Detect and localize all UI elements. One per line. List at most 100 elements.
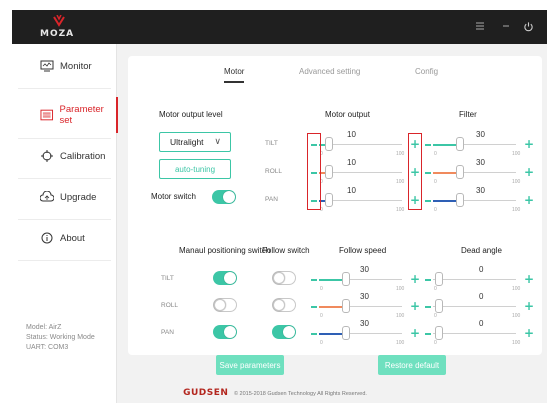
sidebar-item-parameter-set[interactable]: Parameter set — [12, 95, 118, 135]
filter-value-tilt: 30 — [476, 130, 485, 139]
decrease-icon[interactable] — [425, 306, 431, 308]
app-window: MOZA Monitor Parameter set Calibration U… — [12, 10, 547, 403]
increase-icon[interactable]: + — [524, 166, 534, 178]
slider-max: 100 — [396, 340, 405, 346]
axis-label-roll: ROLL — [265, 168, 282, 175]
motor-output-slider-pan[interactable] — [325, 193, 333, 207]
slider-track — [433, 279, 516, 280]
sidebar-item-label: About — [60, 232, 85, 244]
slider-fill-pan — [319, 333, 344, 335]
restore-default-button[interactable]: Restore default — [378, 355, 446, 375]
status-uart: UART: COM3 — [26, 344, 69, 351]
sidebar: Monitor Parameter set Calibration Upgrad… — [12, 44, 118, 403]
slider-min: 0 — [320, 313, 323, 319]
slider-max: 100 — [512, 340, 521, 346]
decrease-icon[interactable] — [311, 333, 317, 335]
filter-slider-pan[interactable] — [456, 193, 464, 207]
tab-advanced-setting[interactable]: Advanced setting — [299, 67, 360, 76]
motor-switch-toggle[interactable] — [212, 190, 236, 204]
moza-logo: MOZA — [36, 15, 86, 41]
dead-angle-value-roll: 0 — [479, 292, 484, 301]
menu-icon[interactable] — [474, 21, 486, 33]
monitor-icon — [40, 60, 54, 72]
toggle-knob — [273, 272, 285, 284]
increase-icon[interactable]: + — [524, 273, 534, 285]
dead-angle-heading: Dead angle — [461, 246, 502, 255]
motor-output-level-value: Ultralight — [170, 137, 204, 147]
motor-output-slider-roll[interactable] — [325, 165, 333, 179]
slider-min: 0 — [434, 179, 437, 185]
tab-config[interactable]: Config — [415, 67, 438, 76]
filter-heading: Filter — [459, 110, 477, 119]
follow-switch-toggle-pan[interactable] — [272, 325, 296, 339]
slider-fill-tilt — [319, 279, 344, 281]
sidebar-item-upgrade[interactable]: Upgrade — [12, 177, 117, 217]
toggle-knob — [214, 299, 226, 311]
toggle-knob — [273, 299, 285, 311]
save-parameters-label: Save parameters — [219, 360, 281, 370]
increase-icon[interactable]: + — [524, 300, 534, 312]
decrease-icon[interactable] — [311, 306, 317, 308]
increase-icon[interactable]: + — [410, 327, 420, 339]
dead-angle-slider-roll[interactable] — [435, 299, 443, 313]
filter-value-pan: 30 — [476, 186, 485, 195]
decrease-icon[interactable] — [425, 279, 431, 281]
motor-output-value-tilt: 10 — [347, 130, 356, 139]
motor-output-slider-tilt[interactable] — [325, 137, 333, 151]
decrease-icon[interactable] — [311, 279, 317, 281]
follow-speed-slider-tilt[interactable] — [342, 272, 350, 286]
follow-switch-toggle-tilt[interactable] — [272, 271, 296, 285]
slider-min: 0 — [320, 286, 323, 292]
slider-min: 0 — [434, 151, 437, 157]
slider-min: 0 — [434, 286, 437, 292]
filter-slider-tilt[interactable] — [456, 137, 464, 151]
slider-max: 100 — [396, 207, 405, 213]
follow-speed-slider-roll[interactable] — [342, 299, 350, 313]
slider-min: 0 — [434, 207, 437, 213]
slider-max: 100 — [512, 151, 521, 157]
follow-speed-value-roll: 30 — [360, 292, 369, 301]
slider-max: 100 — [512, 286, 521, 292]
tab-motor[interactable]: Motor — [224, 67, 244, 76]
save-parameters-button[interactable]: Save parameters — [216, 355, 284, 375]
slider-fill-tilt — [433, 144, 458, 146]
increase-icon[interactable]: + — [410, 300, 420, 312]
increase-icon[interactable]: + — [524, 138, 534, 150]
manual-positioning-toggle-pan[interactable] — [213, 325, 237, 339]
status-mode: Status: Working Mode — [26, 334, 95, 341]
motor-output-level-select[interactable]: Ultralight ∨ — [159, 132, 231, 152]
decrease-icon[interactable] — [425, 333, 431, 335]
decrease-icon[interactable] — [425, 144, 431, 146]
device-status: Model: AirZ Status: Working Mode UART: C… — [26, 323, 95, 353]
slider-min: 0 — [434, 313, 437, 319]
toggle-knob — [224, 272, 236, 284]
logo-text: MOZA — [40, 29, 75, 39]
filter-slider-roll[interactable] — [456, 165, 464, 179]
increase-icon[interactable]: + — [410, 273, 420, 285]
manual-positioning-toggle-roll[interactable] — [213, 298, 237, 312]
minimize-icon[interactable] — [500, 21, 512, 33]
dead-angle-slider-pan[interactable] — [435, 326, 443, 340]
chevron-down-icon: ∨ — [214, 136, 221, 146]
slider-min: 0 — [434, 340, 437, 346]
manual-positioning-toggle-tilt[interactable] — [213, 271, 237, 285]
follow-speed-value-pan: 30 — [360, 319, 369, 328]
auto-tuning-button[interactable]: auto-tuning — [159, 159, 231, 179]
sidebar-item-monitor[interactable]: Monitor — [12, 46, 117, 86]
motor-switch-label: Motor switch — [151, 192, 196, 201]
sidebar-item-calibration[interactable]: Calibration — [12, 136, 117, 176]
power-icon[interactable] — [522, 21, 534, 33]
slider-max: 100 — [396, 286, 405, 292]
increase-icon[interactable]: + — [524, 194, 534, 206]
increase-icon[interactable]: + — [524, 327, 534, 339]
dead-angle-value-tilt: 0 — [479, 265, 484, 274]
follow-switch-toggle-roll[interactable] — [272, 298, 296, 312]
filter-value-roll: 30 — [476, 158, 485, 167]
dead-angle-slider-tilt[interactable] — [435, 272, 443, 286]
sidebar-item-label: Calibration — [60, 150, 106, 162]
decrease-icon[interactable] — [425, 172, 431, 174]
sidebar-item-about[interactable]: About — [12, 218, 117, 258]
follow-speed-slider-pan[interactable] — [342, 326, 350, 340]
axis-label-pan: PAN — [265, 196, 278, 203]
decrease-icon[interactable] — [425, 200, 431, 202]
